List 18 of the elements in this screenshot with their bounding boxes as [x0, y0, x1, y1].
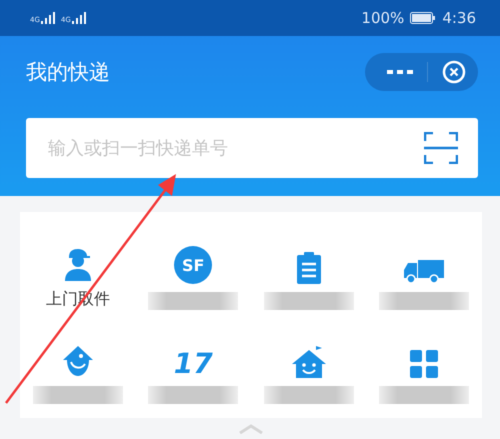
- house-icon[interactable]: [292, 346, 326, 378]
- courier-icon[interactable]: [64, 249, 91, 281]
- truck-icon[interactable]: [404, 260, 444, 284]
- clipboard-icon[interactable]: [296, 252, 321, 284]
- more-icon[interactable]: [387, 69, 413, 75]
- search-field[interactable]: 输入或扫一扫快递单号: [26, 118, 478, 178]
- signal-icon: [40, 12, 55, 24]
- bird-icon[interactable]: [60, 344, 95, 378]
- close-icon[interactable]: [442, 60, 466, 84]
- logo-icon[interactable]: 17: [174, 350, 213, 378]
- clock: 4:36: [442, 9, 476, 27]
- page-title: 我的快递: [26, 59, 110, 86]
- battery-icon: [410, 12, 436, 24]
- logo-icon[interactable]: SF: [174, 246, 212, 284]
- battery-percent: 100%: [361, 9, 404, 27]
- signal-icon: [72, 12, 86, 24]
- scan-icon[interactable]: [424, 132, 458, 164]
- grid-icon[interactable]: [410, 350, 438, 378]
